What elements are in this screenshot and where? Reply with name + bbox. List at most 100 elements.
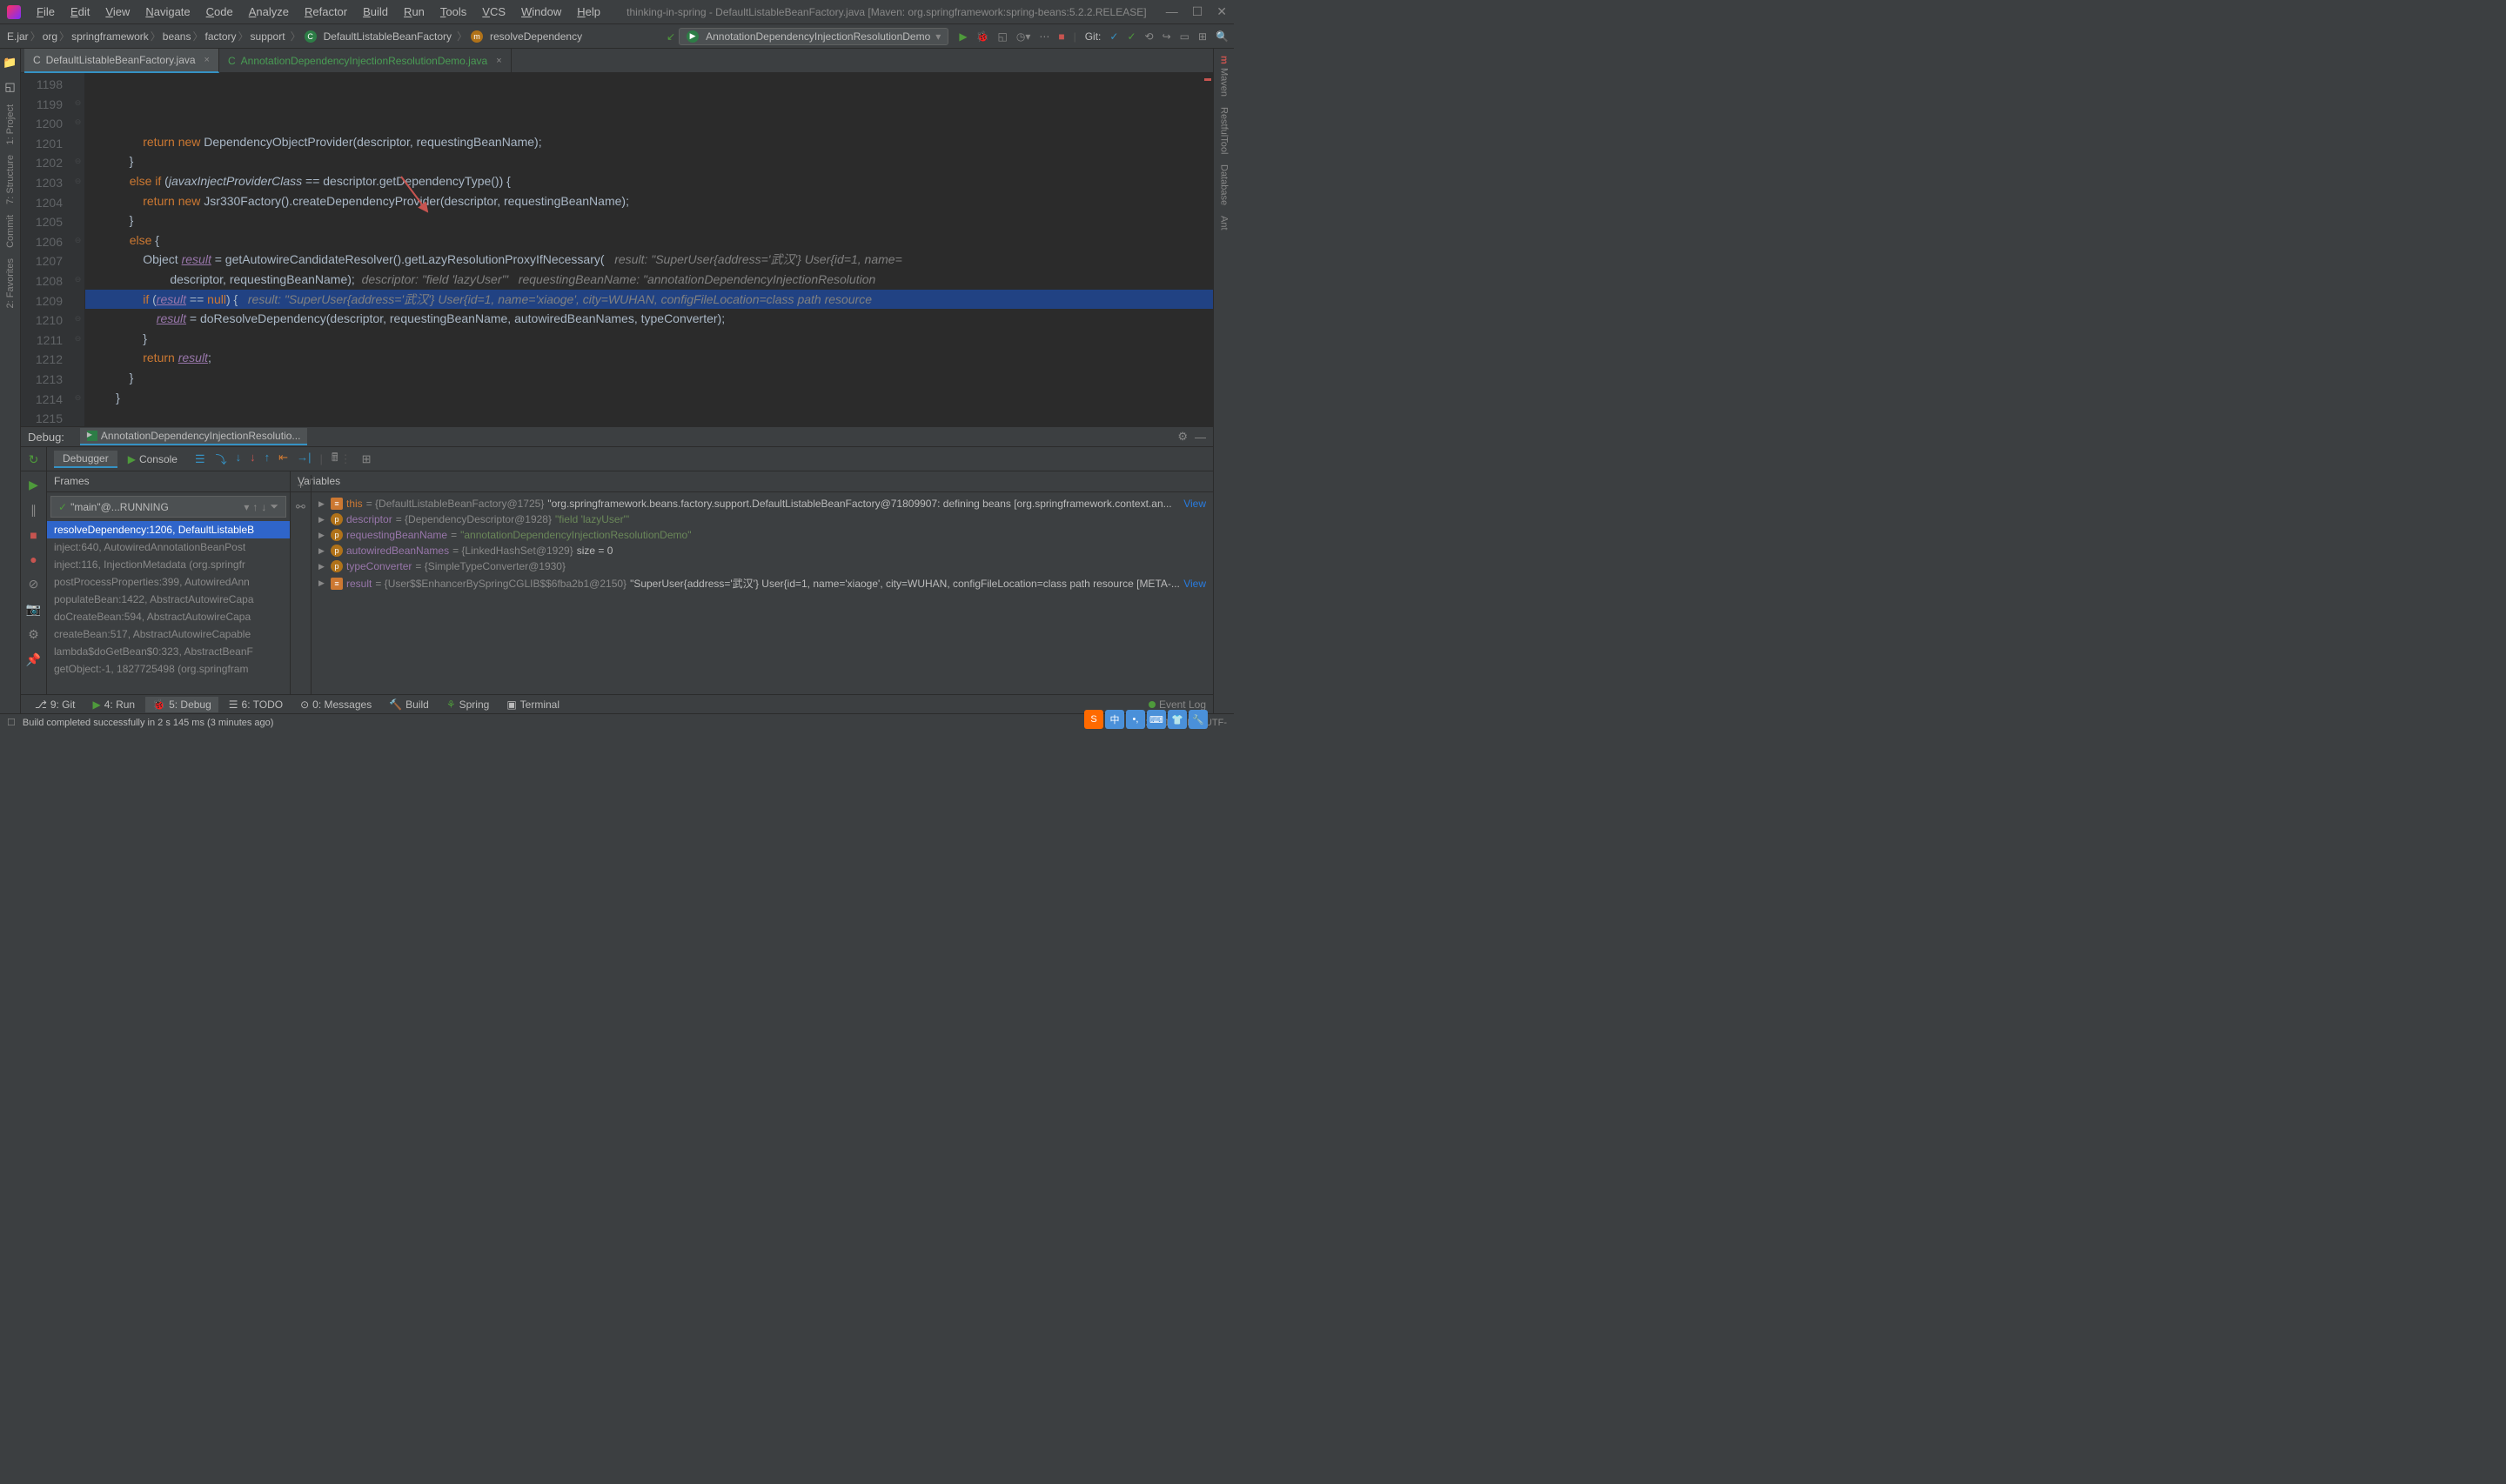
variable-row[interactable]: ▶≡ this = {DefaultListableBeanFactory@17… <box>315 496 1209 511</box>
code-line[interactable]: } <box>85 151 1213 171</box>
breadcrumb-class[interactable]: DefaultListableBeanFactory <box>322 30 453 43</box>
git-revert-icon[interactable]: ↪ <box>1163 30 1171 43</box>
ime-punct-icon[interactable]: •, <box>1126 710 1145 729</box>
code-line[interactable]: return new DependencyObjectProvider(desc… <box>85 132 1213 152</box>
ime-zh-icon[interactable]: 中 <box>1105 710 1124 729</box>
close-icon[interactable]: ✕ <box>1216 4 1227 19</box>
step-out-icon[interactable]: ↑ <box>265 451 271 467</box>
variables-list[interactable]: ▶≡ this = {DefaultListableBeanFactory@17… <box>312 492 1213 696</box>
menu-edit[interactable]: Edit <box>64 3 97 20</box>
right-tool-maven[interactable]: m Maven <box>1219 56 1230 97</box>
down-icon[interactable]: ↓ <box>261 501 266 513</box>
stack-frames[interactable]: resolveDependency:1206, DefaultListableB… <box>47 521 290 696</box>
code-line[interactable]: } <box>85 388 1213 408</box>
code-line[interactable]: } <box>85 211 1213 231</box>
stack-frame[interactable]: lambda$doGetBean$0:323, AbstractBeanF <box>47 643 290 660</box>
variable-row[interactable]: ▶p descriptor = {DependencyDescriptor@19… <box>315 511 1209 527</box>
code-line[interactable]: if (result == null) { result: "SuperUser… <box>85 290 1213 310</box>
step-into-icon[interactable]: ↓ <box>236 451 242 467</box>
breadcrumb[interactable]: org <box>41 30 59 43</box>
pin-icon[interactable]: 📌 <box>26 652 41 667</box>
ime-tool-icon[interactable]: 🔧 <box>1189 710 1208 729</box>
filter-icon[interactable]: ⏷ <box>270 500 278 513</box>
right-tool-ant[interactable]: Ant <box>1219 216 1230 231</box>
messages-tab[interactable]: ⊙0: Messages <box>293 697 379 712</box>
menu-file[interactable]: File <box>30 3 62 20</box>
breadcrumb[interactable]: support <box>249 30 287 43</box>
breadcrumb[interactable]: springframework <box>70 30 151 43</box>
git-update-icon[interactable]: ✓ <box>1109 30 1118 43</box>
stack-frame[interactable]: postProcessProperties:399, AutowiredAnn <box>47 573 290 591</box>
code-line[interactable]: result = doResolveDependency(descriptor,… <box>85 309 1213 329</box>
step-over-icon[interactable]: ⤵ <box>216 451 227 467</box>
git-commit-icon[interactable]: ✓ <box>1127 30 1136 43</box>
file-tab[interactable]: CDefaultListableBeanFactory.java× <box>24 49 219 73</box>
editor[interactable]: 1198119912001201120212031204120512061207… <box>21 73 1213 426</box>
stack-frame[interactable]: populateBean:1422, AbstractAutowireCapa <box>47 591 290 608</box>
stack-frame[interactable]: doCreateBean:594, AbstractAutowireCapa <box>47 608 290 625</box>
stack-frame[interactable]: inject:640, AutowiredAnnotationBeanPost <box>47 538 290 556</box>
variable-row[interactable]: ▶p requestingBeanName = "annotationDepen… <box>315 527 1209 543</box>
evaluate-icon[interactable]: 🖩 <box>332 450 338 469</box>
code-line[interactable]: else { <box>85 231 1213 251</box>
variable-row[interactable]: ▶p typeConverter = {SimpleTypeConverter@… <box>315 558 1209 574</box>
menu-vcs[interactable]: VCS <box>475 3 513 20</box>
run-config-selector[interactable]: ▶ AnnotationDependencyInjectionResolutio… <box>679 28 948 45</box>
layout-icon[interactable]: ⊞ <box>362 452 372 466</box>
breakpoints-icon[interactable]: ● <box>30 552 37 566</box>
breadcrumb-method[interactable]: resolveDependency <box>488 30 584 43</box>
git-history-icon[interactable]: ⟲ <box>1145 30 1154 43</box>
code-line[interactable]: Object result = getAutowireCandidateReso… <box>85 250 1213 270</box>
menu-help[interactable]: Help <box>570 3 607 20</box>
debugger-tab[interactable]: Debugger <box>54 451 117 468</box>
debug-icon[interactable]: 🐞 <box>976 30 989 43</box>
breadcrumb[interactable]: beans <box>161 30 193 43</box>
breadcrumb[interactable]: factory <box>204 30 238 43</box>
close-tab-icon[interactable]: × <box>496 56 501 66</box>
error-stripe[interactable] <box>1203 77 1213 83</box>
minimize-panel-icon[interactable]: — <box>1195 431 1206 444</box>
menu-build[interactable]: Build <box>356 3 395 20</box>
git-tab[interactable]: ⎇9: Git <box>28 697 83 712</box>
view-link[interactable]: View <box>1183 578 1206 590</box>
build-tab[interactable]: 🔨Build <box>382 697 436 712</box>
profile-icon[interactable]: ◷▾ <box>1016 30 1031 43</box>
code-line[interactable]: return result; <box>85 348 1213 368</box>
build-icon[interactable]: ↙ <box>667 30 675 43</box>
code-line[interactable]: } <box>85 329 1213 349</box>
open-icon[interactable]: ▭ <box>1180 30 1189 43</box>
spring-tab[interactable]: ⚘Spring <box>439 697 496 712</box>
tool-icon[interactable]: ◱ <box>4 80 15 94</box>
menu-run[interactable]: Run <box>397 3 432 20</box>
trace-icon[interactable]: ⋮ <box>340 452 352 466</box>
stop-icon[interactable]: ■ <box>1058 30 1064 43</box>
right-tool-database[interactable]: Database <box>1219 164 1230 205</box>
menu-refactor[interactable]: Refactor <box>298 3 354 20</box>
menu-view[interactable]: View <box>98 3 137 20</box>
settings-icon[interactable]: ⚙ <box>28 627 39 642</box>
thread-selector[interactable]: ✓ "main"@...RUNNING ▾ ↑ ↓ ⏷ <box>50 496 286 518</box>
variable-row[interactable]: ▶p autowiredBeanNames = {LinkedHashSet@1… <box>315 543 1209 558</box>
code-line[interactable]: else if (javaxInjectProviderClass == des… <box>85 171 1213 191</box>
stack-frame[interactable]: createBean:517, AbstractAutowireCapable <box>47 625 290 643</box>
tool-icon[interactable]: 📁 <box>3 56 17 70</box>
code-area[interactable]: return new DependencyObjectProvider(desc… <box>85 73 1213 426</box>
status-indicator-icon[interactable]: ☐ <box>7 717 16 728</box>
menu-analyze[interactable]: Analyze <box>242 3 296 20</box>
left-tool-commit[interactable]: Commit <box>5 215 16 248</box>
code-line[interactable]: } <box>85 368 1213 388</box>
gear-icon[interactable]: ⚙ <box>1177 430 1188 444</box>
view-link[interactable]: View <box>1183 498 1206 510</box>
ide-settings-icon[interactable]: ⊞ <box>1198 30 1207 43</box>
encoding[interactable]: UTF- <box>1205 718 1227 728</box>
todo-tab[interactable]: ☰6: TODO <box>222 697 290 712</box>
run-icon[interactable]: ▶ <box>959 30 967 43</box>
coverage-icon[interactable]: ◱ <box>998 30 1008 43</box>
pause-icon[interactable]: ∥ <box>30 503 37 518</box>
rerun-icon[interactable]: ↻ <box>29 452 39 467</box>
left-tool-structure[interactable]: 7: Structure <box>5 155 16 204</box>
breadcrumb[interactable]: E.jar <box>5 30 30 43</box>
terminal-tab[interactable]: ▣Terminal <box>499 697 566 712</box>
attach-icon[interactable]: ⋯ <box>1039 30 1049 43</box>
run-to-cursor-icon[interactable]: →| <box>297 451 311 467</box>
